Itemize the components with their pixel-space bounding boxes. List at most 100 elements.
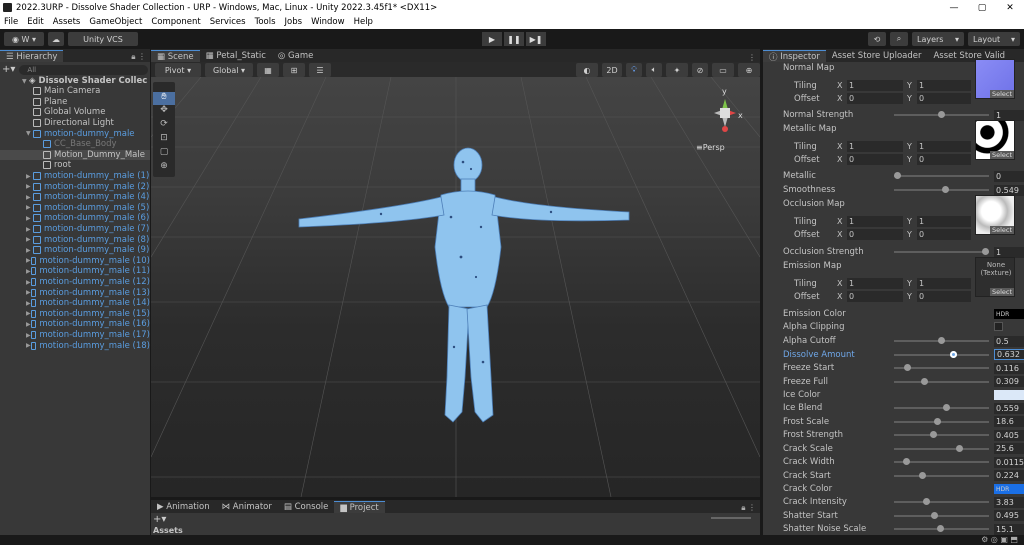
scene-viewport[interactable]: y x ≡Persp ✋︎ ✥ ⟳ ⊡ ▢ ⊕: [151, 77, 760, 497]
slider-value-field[interactable]: 0.495: [994, 510, 1024, 521]
hierarchy-item[interactable]: ▶ motion-dummy_male (8): [0, 234, 150, 245]
menu-edit[interactable]: Edit: [27, 17, 43, 27]
slider-value-field[interactable]: 1: [994, 246, 1024, 258]
expand-arrow-icon[interactable]: ▶: [26, 194, 33, 201]
tab-animation[interactable]: ▶ Animation: [151, 501, 216, 513]
step-button[interactable]: ▶❚: [526, 32, 546, 46]
tab-animator[interactable]: ⋈ Animator: [216, 501, 278, 513]
color-swatch[interactable]: [994, 390, 1024, 400]
tab-console[interactable]: ▤ Console: [278, 501, 334, 513]
offset-x-field[interactable]: 0: [847, 93, 903, 104]
gizmos-icon[interactable]: ⊕: [738, 63, 760, 77]
slider-knob[interactable]: [955, 444, 963, 452]
menu-window[interactable]: Window: [311, 17, 345, 27]
hierarchy-item[interactable]: ▶ motion-dummy_male (9): [0, 245, 150, 256]
slider-knob[interactable]: [942, 186, 950, 193]
persp-label[interactable]: ≡Persp: [696, 143, 725, 152]
slider-value-field[interactable]: 0.559: [994, 402, 1024, 414]
hierarchy-item[interactable]: ▶ motion-dummy_male (1): [0, 171, 150, 182]
slider-knob[interactable]: [902, 458, 910, 465]
hierarchy-item[interactable]: ▼ motion-dummy_male: [0, 128, 150, 139]
slider-track[interactable]: [894, 377, 989, 385]
tiling-x-field[interactable]: 1: [847, 80, 903, 91]
hierarchy-item[interactable]: ▶ motion-dummy_male (6): [0, 213, 150, 224]
slider-knob[interactable]: [904, 364, 912, 371]
color-swatch[interactable]: HDR: [994, 484, 1024, 494]
slider-track[interactable]: [894, 186, 989, 193]
transform-tool-icon[interactable]: ⊕: [153, 161, 175, 175]
hierarchy-item[interactable]: ▶ motion-dummy_male (4): [0, 192, 150, 203]
slider-track[interactable]: [894, 111, 989, 118]
slider-value-field[interactable]: 0.405: [994, 429, 1024, 441]
slider-track[interactable]: [894, 471, 989, 479]
tab-scene[interactable]: ▦ Scene: [151, 50, 200, 62]
lock-icon[interactable]: 🔒︎ ⋮: [741, 503, 760, 513]
slider-track[interactable]: [894, 417, 989, 425]
slider-track[interactable]: [894, 337, 989, 344]
slider-value-field[interactable]: 0: [994, 170, 1024, 182]
snap-increment-icon[interactable]: ⊞: [283, 63, 305, 77]
tiling-y-field[interactable]: 1: [917, 216, 971, 227]
mode-2d-button[interactable]: 2D: [602, 63, 622, 77]
expand-arrow-icon[interactable]: ▶: [26, 215, 33, 222]
hierarchy-item[interactable]: ▶ motion-dummy_male (15): [0, 309, 150, 320]
slider-track[interactable]: [894, 431, 989, 438]
slider-value-field[interactable]: 0.549: [994, 184, 1024, 196]
hierarchy-item[interactable]: CC_Base_Body: [0, 139, 150, 150]
slider-knob[interactable]: [930, 511, 938, 519]
layers-dropdown[interactable]: Layers ▾: [912, 32, 964, 46]
slider-value-field[interactable]: 0.0115: [994, 456, 1024, 468]
tiling-x-field[interactable]: 1: [847, 216, 903, 227]
pause-button[interactable]: ❚❚: [504, 32, 524, 46]
offset-y-field[interactable]: 0: [917, 154, 971, 165]
slider-knob[interactable]: [938, 337, 945, 344]
expand-arrow-icon[interactable]: ▶: [26, 204, 33, 211]
hierarchy-item[interactable]: ▶ motion-dummy_male (16): [0, 319, 150, 330]
offset-y-field[interactable]: 0: [917, 93, 971, 104]
offset-y-field[interactable]: 0: [917, 229, 971, 240]
expand-arrow-icon[interactable]: ▶: [26, 247, 33, 254]
offset-y-field[interactable]: 0: [917, 291, 971, 302]
slider-value-field[interactable]: 0.116: [994, 362, 1024, 374]
offset-x-field[interactable]: 0: [847, 291, 903, 302]
slider-track[interactable]: [894, 172, 989, 179]
slider-value-field[interactable]: 25.6: [994, 443, 1024, 454]
hierarchy-item[interactable]: Motion_Dummy_Male: [0, 149, 150, 161]
hierarchy-item[interactable]: ▶ motion-dummy_male (5): [0, 203, 150, 214]
slider-value-field[interactable]: 18.6: [994, 416, 1024, 427]
draw-mode-icon[interactable]: ◐: [576, 63, 598, 77]
expand-arrow-icon[interactable]: ▼: [22, 78, 29, 85]
hierarchy-item[interactable]: Plane: [0, 97, 150, 108]
assets-folder[interactable]: Assets: [153, 526, 183, 535]
hierarchy-item[interactable]: ▶ motion-dummy_male (17): [0, 330, 150, 341]
tiling-x-field[interactable]: 1: [847, 278, 903, 289]
color-swatch[interactable]: HDR: [994, 309, 1024, 319]
layout-dropdown[interactable]: Layout ▾: [968, 32, 1020, 46]
slider-knob[interactable]: [982, 248, 989, 255]
tab-petal-static[interactable]: ▦ Petal_Static: [200, 50, 272, 62]
menu-tools[interactable]: Tools: [255, 17, 276, 27]
play-button[interactable]: ▶: [482, 32, 502, 46]
tiling-x-field[interactable]: 1: [847, 141, 903, 152]
global-dropdown[interactable]: Global ▾: [205, 63, 253, 77]
menu-assets[interactable]: Assets: [53, 17, 81, 27]
slider-knob[interactable]: [938, 111, 945, 118]
slider-knob[interactable]: [894, 172, 901, 179]
slider-value-field[interactable]: 0.224: [994, 470, 1024, 481]
close-button[interactable]: ✕: [996, 3, 1024, 13]
hierarchy-item[interactable]: ▶ motion-dummy_male (12): [0, 277, 150, 288]
tab-hierarchy[interactable]: ☰ Hierarchy: [0, 50, 64, 62]
slider-value-field[interactable]: 1: [994, 109, 1024, 121]
expand-arrow-icon[interactable]: ▶: [26, 183, 33, 190]
lock-icon[interactable]: 🔒︎ ⋮: [131, 52, 150, 62]
hidden-objects-icon[interactable]: ⊘: [692, 63, 708, 77]
grid-snap-icon[interactable]: ▦: [257, 63, 279, 77]
add-icon[interactable]: +▾: [2, 64, 15, 75]
hierarchy-item[interactable]: ▶ motion-dummy_male (10): [0, 256, 150, 267]
slider-value-field[interactable]: 0.5: [994, 335, 1024, 347]
slider-knob[interactable]: [949, 350, 957, 358]
slider-knob[interactable]: [918, 471, 926, 479]
slider-track[interactable]: [894, 248, 989, 255]
pivot-dropdown[interactable]: Pivot ▾: [155, 63, 201, 77]
menu-gameobject[interactable]: GameObject: [89, 17, 142, 27]
